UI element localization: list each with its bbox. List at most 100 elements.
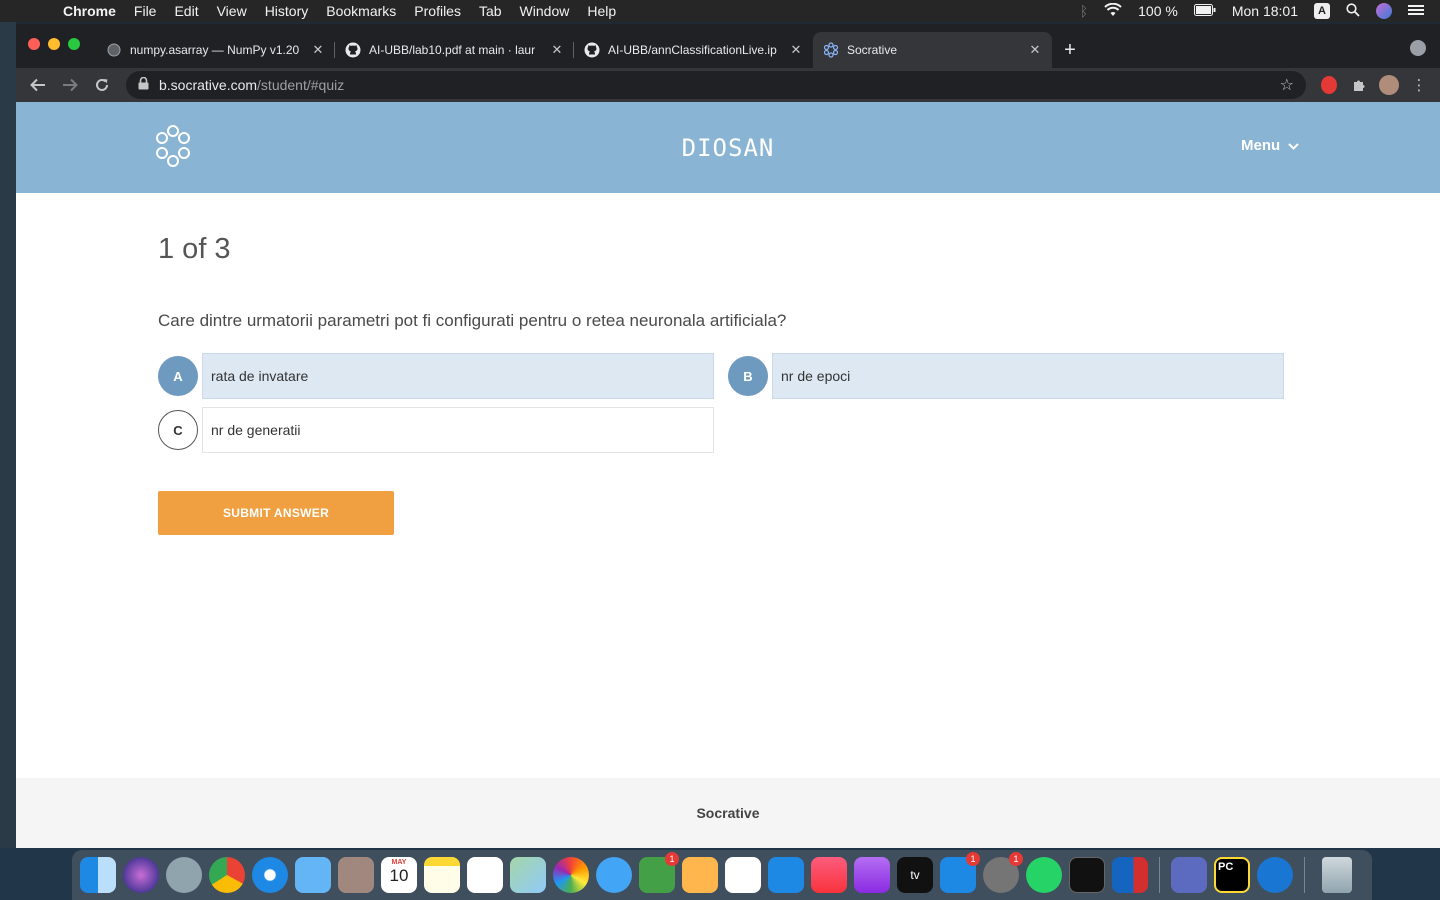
answer-option-c[interactable]: C nr de generatii: [158, 407, 714, 453]
tab-github-ann[interactable]: AI-UBB/annClassificationLive.ip ✕: [574, 32, 813, 68]
trash-icon[interactable]: [1322, 857, 1352, 893]
menu-help[interactable]: Help: [578, 3, 625, 19]
dock-separator: [1159, 857, 1160, 893]
calendar-day: 10: [389, 866, 409, 885]
close-tab-icon[interactable]: ✕: [311, 42, 325, 58]
pycharm-label: PC: [1218, 861, 1234, 873]
parallels-icon[interactable]: [1112, 857, 1148, 893]
answer-text[interactable]: nr de generatii: [202, 407, 714, 453]
notes-icon[interactable]: [424, 857, 460, 893]
menu-view[interactable]: View: [208, 3, 256, 19]
wifi-icon[interactable]: [1104, 2, 1122, 20]
photos-icon[interactable]: [553, 857, 589, 893]
answer-letter[interactable]: B: [728, 356, 768, 396]
siri-icon[interactable]: [1376, 3, 1392, 19]
profile-avatar[interactable]: [1376, 72, 1402, 98]
tab-search-icon[interactable]: [1410, 40, 1426, 56]
answer-letter[interactable]: C: [158, 410, 198, 450]
question-text: Care dintre urmatorii parametri pot fi c…: [158, 311, 787, 330]
answer-option-a[interactable]: A rata de invatare: [158, 353, 714, 399]
teams-icon[interactable]: [1171, 857, 1207, 893]
menu-dropdown[interactable]: Menu: [1241, 137, 1299, 154]
input-source-icon[interactable]: A: [1314, 3, 1330, 19]
submit-answer-button[interactable]: SUBMIT ANSWER: [158, 491, 394, 535]
footer-brand[interactable]: Socrative: [696, 805, 759, 821]
question-counter: 1 of 3: [158, 233, 231, 265]
launchpad-icon[interactable]: [166, 857, 202, 893]
pages-icon[interactable]: [682, 857, 718, 893]
macos-dock: MAY 10 1 tv 1 1 PC: [72, 850, 1372, 900]
tab-github-lab10[interactable]: AI-UBB/lab10.pdf at main · laur ✕: [335, 32, 574, 68]
extensions-puzzle-icon[interactable]: [1346, 72, 1372, 98]
answer-option-b[interactable]: B nr de epoci: [728, 353, 1284, 399]
menu-window[interactable]: Window: [511, 3, 579, 19]
contacts-icon[interactable]: [338, 857, 374, 893]
tab-label: numpy.asarray — NumPy v1.20: [130, 43, 300, 57]
menu-edit[interactable]: Edit: [165, 3, 207, 19]
adblock-extension-icon[interactable]: [1316, 72, 1342, 98]
apple-tv-label: tv: [910, 868, 920, 882]
system-preferences-icon[interactable]: 1: [983, 852, 1023, 893]
bookmark-star-icon[interactable]: ☆: [1280, 75, 1294, 95]
url-path: /student/#quiz: [257, 77, 345, 93]
forward-icon[interactable]: [56, 71, 84, 99]
tab-socrative[interactable]: Socrative ✕: [813, 32, 1052, 68]
chrome-window: numpy.asarray — NumPy v1.20 ✕ AI-UBB/lab…: [16, 24, 1440, 848]
menu-app-name[interactable]: Chrome: [54, 3, 125, 19]
keynote-icon[interactable]: [768, 857, 804, 893]
reminders-icon[interactable]: [467, 857, 503, 893]
url-host: b.socrative.com: [159, 77, 258, 93]
siri-icon[interactable]: [123, 857, 159, 893]
menu-file[interactable]: File: [125, 3, 166, 19]
menu-profiles[interactable]: Profiles: [405, 3, 470, 19]
safari-icon[interactable]: [252, 857, 288, 893]
battery-status[interactable]: 100 %: [1138, 3, 1178, 19]
chrome-icon[interactable]: [209, 857, 245, 893]
address-bar[interactable]: b.socrative.com/student/#quiz ☆: [126, 71, 1306, 99]
menu-tab[interactable]: Tab: [470, 3, 511, 19]
window-controls: [28, 38, 80, 50]
numbers-icon[interactable]: [725, 857, 761, 893]
close-tab-icon[interactable]: ✕: [1028, 42, 1042, 58]
chrome-menu-icon[interactable]: ⋮: [1406, 72, 1432, 98]
spotlight-search-icon[interactable]: [1346, 2, 1360, 20]
answer-text[interactable]: nr de epoci: [772, 353, 1284, 399]
music-icon[interactable]: [811, 857, 847, 893]
menu-history[interactable]: History: [256, 3, 318, 19]
terminal-icon[interactable]: [1069, 857, 1105, 893]
apple-tv-icon[interactable]: tv: [897, 857, 933, 893]
podcasts-icon[interactable]: [854, 857, 890, 893]
clock[interactable]: Mon 18:01: [1232, 3, 1298, 19]
control-center-icon[interactable]: [1408, 3, 1424, 19]
close-tab-icon[interactable]: ✕: [789, 42, 803, 58]
answer-letter[interactable]: A: [158, 356, 198, 396]
tab-numpy[interactable]: numpy.asarray — NumPy v1.20 ✕: [96, 32, 335, 68]
lock-icon[interactable]: [138, 76, 149, 93]
socrative-page: DIOSAN Menu 1 of 3 Care dintre urmatorii…: [16, 102, 1440, 848]
zoom-window-button[interactable]: [68, 38, 80, 50]
minimize-window-button[interactable]: [48, 38, 60, 50]
messages-icon[interactable]: [596, 857, 632, 893]
answer-text[interactable]: rata de invatare: [202, 353, 714, 399]
finder-icon[interactable]: [80, 857, 116, 893]
notification-badge: 1: [1009, 852, 1023, 866]
reload-icon[interactable]: [88, 71, 116, 99]
app-store-icon[interactable]: 1: [940, 852, 980, 893]
whatsapp-icon[interactable]: [1026, 857, 1062, 893]
tab-label: AI-UBB/annClassificationLive.ip: [608, 43, 777, 57]
mail-icon[interactable]: [295, 857, 331, 893]
maps-icon[interactable]: [510, 857, 546, 893]
new-tab-button[interactable]: +: [1052, 32, 1088, 68]
socrative-logo-icon[interactable]: [154, 124, 192, 168]
github-icon: [584, 42, 600, 58]
close-tab-icon[interactable]: ✕: [550, 42, 564, 58]
pycharm-icon[interactable]: PC: [1214, 857, 1250, 893]
back-icon[interactable]: [24, 71, 52, 99]
facetime-icon[interactable]: 1: [639, 852, 679, 893]
calendar-icon[interactable]: MAY 10: [381, 857, 417, 893]
menu-bookmarks[interactable]: Bookmarks: [317, 3, 405, 19]
socrative-icon: [823, 42, 839, 58]
teamviewer-icon[interactable]: [1257, 857, 1293, 893]
close-window-button[interactable]: [28, 38, 40, 50]
bluetooth-icon[interactable]: ᛒ: [1080, 3, 1088, 19]
